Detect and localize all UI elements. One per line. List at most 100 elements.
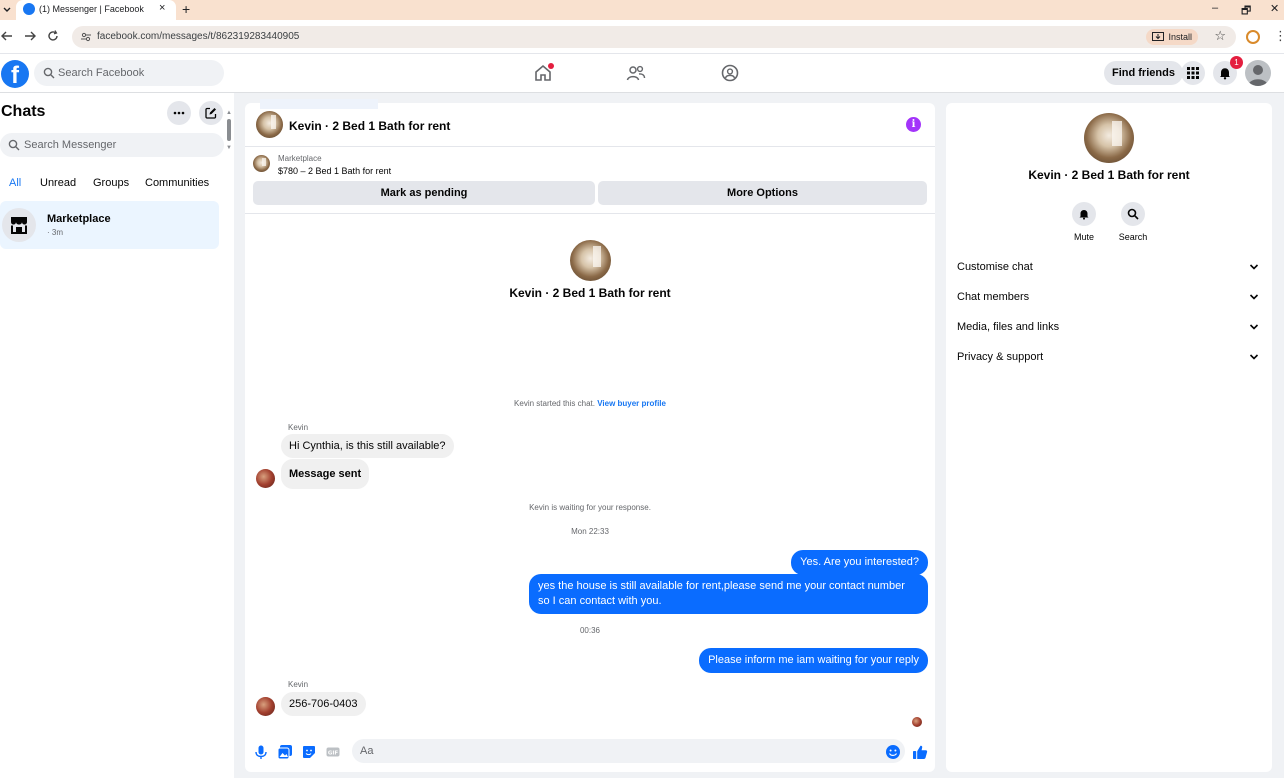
sender-avatar[interactable] <box>256 697 275 716</box>
forward-arrow-icon[interactable] <box>23 29 37 43</box>
photo-gallery-icon[interactable] <box>277 744 293 760</box>
mute-button[interactable] <box>1072 202 1096 226</box>
marketplace-avatar <box>2 208 36 242</box>
message-timestamp: Mon 22:33 <box>571 527 609 536</box>
message-composer: GIF <box>245 733 935 772</box>
install-label: Install <box>1168 32 1192 42</box>
marketplace-label: Marketplace <box>278 154 322 163</box>
conversation-title[interactable]: Kevin · 2 Bed 1 Bath for rent <box>289 119 450 133</box>
marketplace-listing-bar: Marketplace $780 – 2 Bed 1 Bath for rent… <box>245 148 935 214</box>
listing-thumbnail[interactable] <box>253 155 270 172</box>
tab-title: (1) Messenger | Facebook <box>39 4 144 14</box>
filter-communities[interactable]: Communities <box>145 177 209 189</box>
window-restore-button[interactable]: 🗗 <box>1241 2 1251 21</box>
privacy-support-section[interactable]: Privacy & support <box>957 347 1261 367</box>
browser-profile-icon[interactable] <box>1246 30 1260 44</box>
view-buyer-profile-link[interactable]: View buyer profile <box>597 399 666 408</box>
filter-unread[interactable]: Unread <box>40 177 76 189</box>
scroll-down-arrow-icon[interactable]: ▼ <box>226 145 232 151</box>
browser-tab-bar: (1) Messenger | Facebook × + – 🗗 ✕ <box>0 0 1284 20</box>
storefront-icon <box>11 217 27 234</box>
window-minimize-button[interactable]: – <box>1212 2 1218 14</box>
window-close-button[interactable]: ✕ <box>1270 2 1279 15</box>
incoming-message[interactable]: 256-706-0403 <box>281 692 366 716</box>
thumbs-up-icon[interactable] <box>912 744 928 760</box>
bell-icon <box>1220 68 1230 80</box>
search-label: Search <box>1118 232 1148 242</box>
profile-avatar-large <box>570 240 611 281</box>
menu-grid-button[interactable] <box>1181 61 1205 85</box>
details-avatar[interactable] <box>1084 113 1134 163</box>
contact-avatar[interactable] <box>256 111 283 138</box>
chat-list-item[interactable]: Marketplace · 3m <box>0 201 219 249</box>
messenger-search[interactable] <box>0 133 224 157</box>
sender-avatar[interactable] <box>256 469 275 488</box>
url-text[interactable]: facebook.com/messages/t/862319283440905 <box>97 31 299 42</box>
section-label: Customise chat <box>957 261 1033 273</box>
section-label: Media, files and links <box>957 321 1060 333</box>
listing-title[interactable]: $780 – 2 Bed 1 Bath for rent <box>278 166 391 176</box>
tooltip-ghost <box>260 99 378 109</box>
tab-search-chevron-icon[interactable] <box>2 4 12 16</box>
filter-groups[interactable]: Groups <box>93 177 129 189</box>
tab-close-icon[interactable]: × <box>159 2 165 14</box>
sticker-icon[interactable] <box>301 744 317 760</box>
section-label: Chat members <box>957 291 1030 303</box>
chat-filters: All Unread Groups Communities <box>0 175 224 195</box>
customise-chat-section[interactable]: Customise chat <box>957 257 1261 277</box>
find-friends-button[interactable]: Find friends <box>1104 61 1183 85</box>
waiting-notice: Kevin is waiting for your response. <box>529 503 651 512</box>
chevron-down-icon <box>1249 354 1259 360</box>
info-icon[interactable]: i <box>906 117 921 132</box>
chat-timestamp: · 3m <box>47 228 63 237</box>
account-avatar[interactable] <box>1245 60 1271 86</box>
facebook-logo-icon[interactable]: f <box>1 60 29 88</box>
outgoing-message[interactable]: Yes. Are you interested? <box>791 550 928 575</box>
friends-icon[interactable] <box>626 63 646 83</box>
browser-tab-messenger[interactable]: (1) Messenger | Facebook × <box>16 0 176 20</box>
omnibox[interactable]: facebook.com/messages/t/862319283440905 … <box>72 26 1236 48</box>
grid-menu-icon <box>1187 67 1199 79</box>
chats-title: Chats <box>1 103 46 120</box>
message-input[interactable] <box>352 739 905 763</box>
back-arrow-icon[interactable] <box>0 29 14 43</box>
groups-icon[interactable] <box>720 63 740 83</box>
microphone-icon[interactable] <box>253 744 269 760</box>
emoji-icon[interactable] <box>885 744 901 760</box>
more-options-button[interactable]: More Options <box>598 181 927 205</box>
search-icon <box>1127 208 1139 220</box>
incoming-message[interactable]: Message sent <box>281 459 370 489</box>
filter-all[interactable]: All <box>9 177 21 189</box>
mark-as-pending-button[interactable]: Mark as pending <box>253 181 595 205</box>
chevron-down-icon <box>1249 324 1259 330</box>
search-in-chat-button[interactable] <box>1121 202 1145 226</box>
gif-icon[interactable]: GIF <box>325 744 341 760</box>
section-label: Privacy & support <box>957 351 1044 363</box>
chat-options-button[interactable] <box>167 101 191 125</box>
outgoing-message[interactable]: yes the house is still available for ren… <box>529 574 928 614</box>
media-files-links-section[interactable]: Media, files and links <box>957 317 1261 337</box>
mute-action[interactable]: Mute <box>1059 202 1109 242</box>
message-sender: Kevin <box>288 423 309 432</box>
chat-members-section[interactable]: Chat members <box>957 287 1261 307</box>
chat-name: Marketplace <box>47 213 111 225</box>
scroll-thumb[interactable] <box>227 119 231 141</box>
install-app-button[interactable]: Install <box>1146 29 1198 45</box>
facebook-search[interactable] <box>34 60 224 86</box>
browser-menu-icon[interactable]: ⋮ <box>1274 28 1284 44</box>
chat-details-panel: Kevin · 2 Bed 1 Bath for rent Mute Searc… <box>946 103 1272 772</box>
reload-icon[interactable] <box>46 29 60 43</box>
chats-sidebar: Chats All Unread Groups Communities Mark… <box>0 93 234 778</box>
chevron-down-icon <box>1249 264 1259 270</box>
outgoing-message[interactable]: Please inform me iam waiting for your re… <box>699 648 928 673</box>
new-tab-button[interactable]: + <box>182 1 190 17</box>
incoming-message[interactable]: Hi Cynthia, is this still available? <box>281 434 454 458</box>
site-settings-icon[interactable] <box>80 31 92 43</box>
facebook-search-input[interactable] <box>58 60 218 86</box>
search-action[interactable]: Search <box>1108 202 1158 242</box>
new-message-button[interactable] <box>199 101 223 125</box>
install-icon <box>1152 32 1165 41</box>
messenger-search-input[interactable] <box>24 133 214 157</box>
scroll-up-arrow-icon[interactable]: ▲ <box>226 110 232 116</box>
bookmark-star-icon[interactable]: ☆ <box>1214 28 1226 44</box>
